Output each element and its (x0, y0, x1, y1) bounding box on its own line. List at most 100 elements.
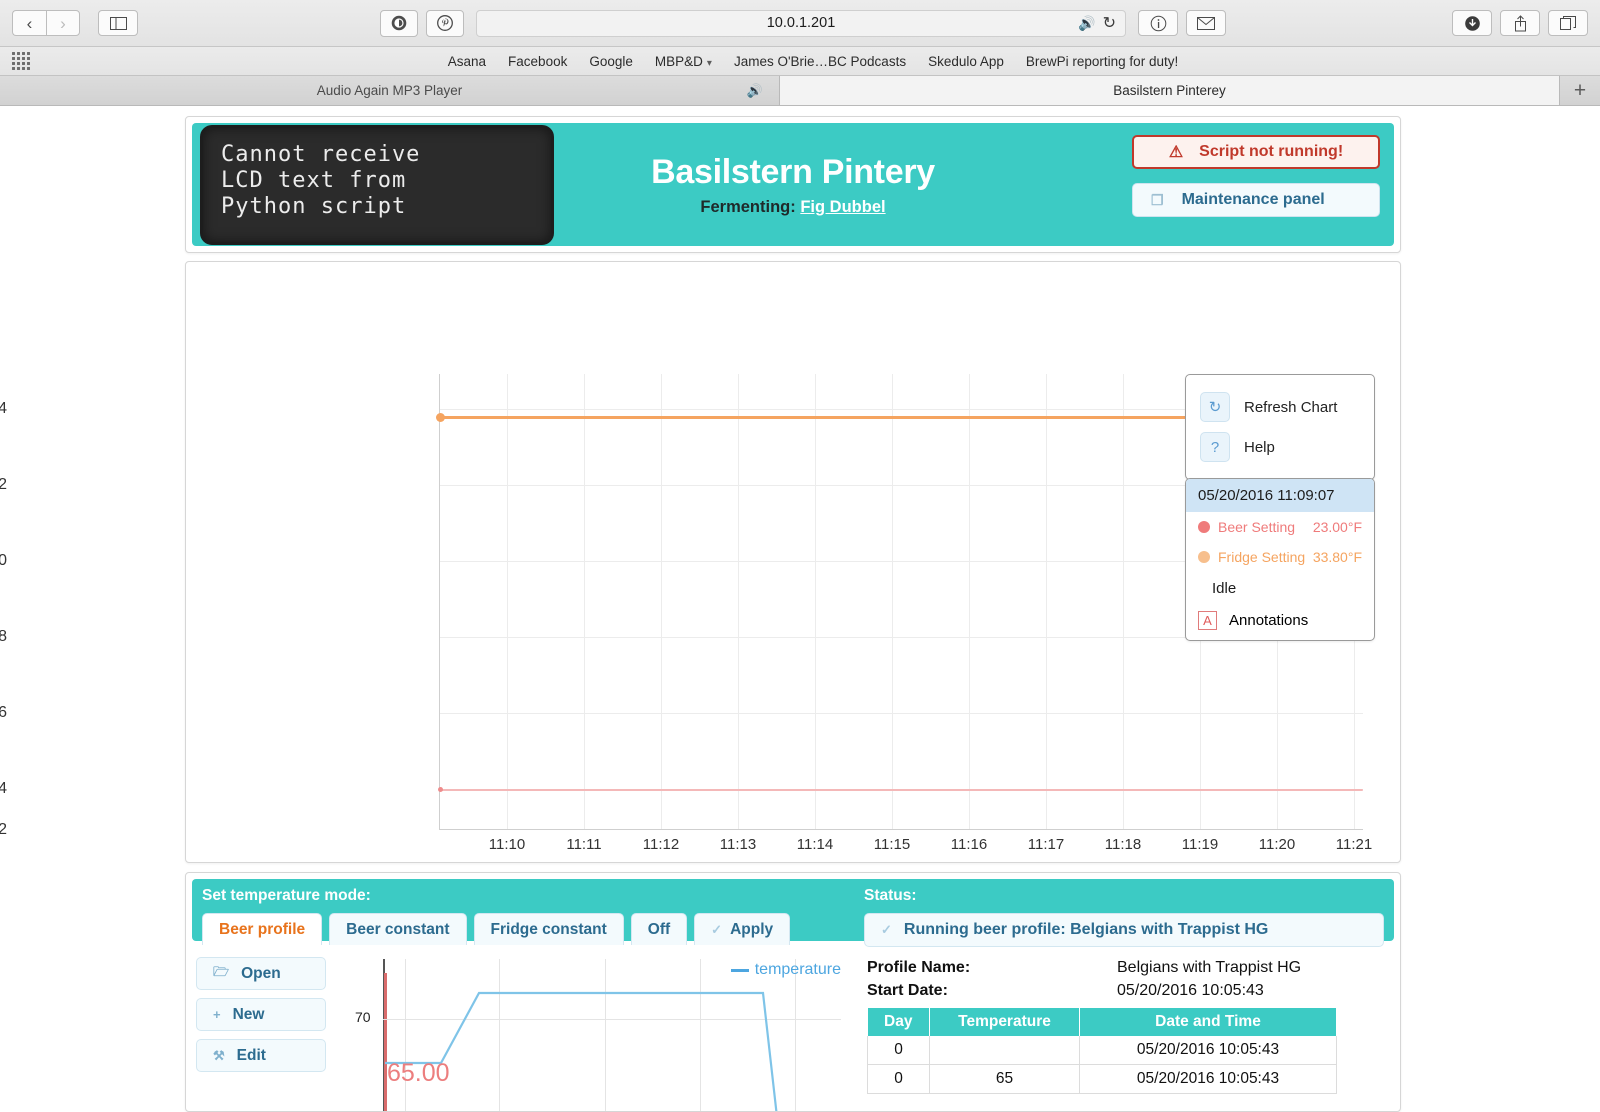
reload-icon[interactable]: ↻ (1103, 13, 1116, 33)
legend-series-value: 23.00°F (1312, 519, 1362, 535)
cell-day: 0 (867, 1064, 930, 1094)
mode-fridge-constant-button[interactable]: Fridge constant (473, 913, 624, 945)
tab-overview-button[interactable] (1548, 10, 1588, 36)
column-header-temperature: Temperature (929, 1008, 1080, 1036)
table-row[interactable]: 0 05/20/2016 10:05:43 (867, 1036, 1337, 1065)
gridline-h (440, 713, 1363, 714)
x-tick-label: 11:14 (796, 836, 834, 853)
reader-info-button[interactable] (1138, 10, 1178, 36)
bookmark-brewpi[interactable]: BrewPi reporting for duty! (1026, 54, 1178, 69)
bookmark-google[interactable]: Google (589, 54, 633, 69)
mail-button[interactable] (1186, 10, 1226, 36)
x-tick-label: 11:21 (1335, 836, 1373, 853)
status-box: ✓ Running beer profile: Belgians with Tr… (864, 913, 1384, 947)
bookmark-items: Asana Facebook Google MBP&D ▾ James O'Bri… (448, 54, 1178, 69)
open-label: Open (241, 964, 281, 982)
browser-chrome: ‹ › 10.0.1.201 🔊 ↻ Asana Facebook Google… (0, 0, 1600, 106)
tab-label: Audio Again MP3 Player (316, 83, 463, 98)
chart-panel: 34 32 30 28 26 24 22 (0, 261, 1401, 863)
chevron-right-icon: › (60, 13, 66, 33)
table-row[interactable]: 0 65 05/20/2016 10:05:43 (867, 1064, 1337, 1094)
set-temperature-mode-label: Set temperature mode: (202, 887, 371, 904)
forward-button[interactable]: › (46, 10, 80, 36)
profile-buttons: 🗁 Open + New ⚒ Edit (196, 957, 326, 1111)
extension-buttons (380, 9, 464, 37)
downloads-button[interactable] (1452, 10, 1492, 36)
annotations-label: Annotations (1229, 612, 1309, 629)
gridline-v (892, 374, 893, 829)
x-tick-label: 11:17 (1027, 836, 1065, 853)
profile-preview-chart[interactable]: 70 65.00 temperature (351, 957, 841, 1111)
legend-series-name: Fridge Setting (1218, 549, 1306, 565)
fermenting-beer-link[interactable]: Fig Dubbel (800, 198, 885, 216)
info-icon (1150, 15, 1166, 31)
extension-1password-button[interactable] (380, 9, 418, 37)
y-tick-label: 22 (0, 821, 7, 838)
apply-label: Apply (730, 920, 774, 938)
bookmark-skedulo-app[interactable]: Skedulo App (928, 54, 1004, 69)
download-icon (1464, 15, 1480, 31)
profile-name-key: Profile Name: (867, 959, 971, 976)
envelope-icon (1197, 16, 1215, 30)
mode-beer-profile-button[interactable]: Beer profile (202, 913, 323, 945)
address-bar[interactable]: 10.0.1.201 🔊 ↻ (476, 9, 1126, 37)
bookmark-mbpd-folder[interactable]: MBP&D ▾ (655, 54, 712, 69)
wrench-icon: ⚒ (213, 1047, 225, 1063)
x-tick-label: 11:13 (719, 836, 757, 853)
legend-row-beer-setting[interactable]: Beer Setting 23.00°F (1186, 512, 1374, 542)
help-button[interactable]: ? Help (1186, 427, 1374, 467)
temperature-mode-group: Set temperature mode: Beer profile Beer … (192, 879, 791, 945)
mode-beer-constant-button[interactable]: Beer constant (329, 913, 467, 945)
header-panel: Cannot receive LCD text from Python scri… (185, 116, 1401, 253)
temperature-chart[interactable]: 34 32 30 28 26 24 22 (0, 262, 1400, 862)
profile-start-date-key: Start Date: (867, 982, 948, 999)
annotations-toggle[interactable]: A Annotations (1186, 605, 1374, 640)
gridline-v (969, 374, 970, 829)
edit-profile-button[interactable]: ⚒ Edit (196, 1039, 326, 1072)
x-tick-label: 11:18 (1104, 836, 1142, 853)
y-tick-label: 32 (0, 476, 7, 493)
chart-tools-box: ↻ Refresh Chart ? Help (1185, 374, 1375, 480)
edit-label: Edit (236, 1046, 266, 1064)
open-profile-button[interactable]: 🗁 Open (196, 957, 326, 990)
new-profile-button[interactable]: + New (196, 998, 326, 1031)
mini-legend-label: temperature (754, 961, 841, 978)
brewpi-page: Cannot receive LCD text from Python scri… (0, 106, 1600, 1112)
cell-day: 0 (867, 1036, 930, 1065)
back-button[interactable]: ‹ (12, 10, 46, 36)
bookmark-bbc-podcasts[interactable]: James O'Brie…BC Podcasts (734, 54, 906, 69)
window-copy-icon: ❐ (1151, 191, 1164, 208)
lcd-line-2: LCD text from (221, 167, 407, 193)
new-tab-button[interactable]: + (1560, 76, 1600, 105)
mode-label: Fridge constant (490, 920, 607, 938)
x-tick-label: 11:12 (642, 836, 680, 853)
maintenance-panel-button[interactable]: ❐ Maintenance panel (1132, 183, 1380, 217)
sidebar-toggle-button[interactable] (98, 10, 138, 36)
profile-start-date-value: 05/20/2016 10:05:43 (1117, 982, 1264, 999)
share-button[interactable] (1500, 10, 1540, 36)
speaker-icon[interactable]: 🔊 (1078, 15, 1095, 32)
cell-date-time: 05/20/2016 10:05:43 (1079, 1036, 1337, 1065)
tab-audio-icon[interactable]: 🔊 (747, 83, 763, 99)
refresh-chart-button[interactable]: ↻ Refresh Chart (1186, 387, 1374, 427)
mode-off-button[interactable]: Off (630, 913, 688, 945)
new-label: New (232, 1005, 265, 1023)
script-status-alert[interactable]: ⚠ Script not running! (1132, 135, 1380, 169)
apply-button[interactable]: ✓ Apply (694, 913, 791, 945)
bookmark-asana[interactable]: Asana (448, 54, 486, 69)
tab-basilstern-pinterey[interactable]: Basilstern Pinterey (780, 76, 1560, 105)
cell-temperature: 65 (929, 1064, 1080, 1094)
status-group: Status: ✓ Running beer profile: Belgians… (864, 887, 1384, 947)
apps-grid-icon[interactable] (12, 52, 30, 70)
extension-pinterest-button[interactable] (426, 9, 464, 37)
profile-start-date-line: Start Date: 05/20/2016 10:05:43 (867, 982, 1347, 1000)
bookmark-facebook[interactable]: Facebook (508, 54, 567, 69)
profile-details: Profile Name: Belgians with Trappist HG … (867, 957, 1347, 1111)
mode-button-row: Beer profile Beer constant Fridge consta… (202, 913, 791, 945)
legend-state-text: Idle (1212, 580, 1237, 597)
legend-row-fridge-setting[interactable]: Fridge Setting 33.80°F (1186, 542, 1374, 572)
tab-audio-again-mp3-player[interactable]: Audio Again MP3 Player 🔊 (0, 76, 780, 105)
y-tick-label: 34 (0, 400, 7, 417)
column-header-day: Day (867, 1008, 930, 1036)
lcd-line-1: Cannot receive (221, 141, 421, 167)
